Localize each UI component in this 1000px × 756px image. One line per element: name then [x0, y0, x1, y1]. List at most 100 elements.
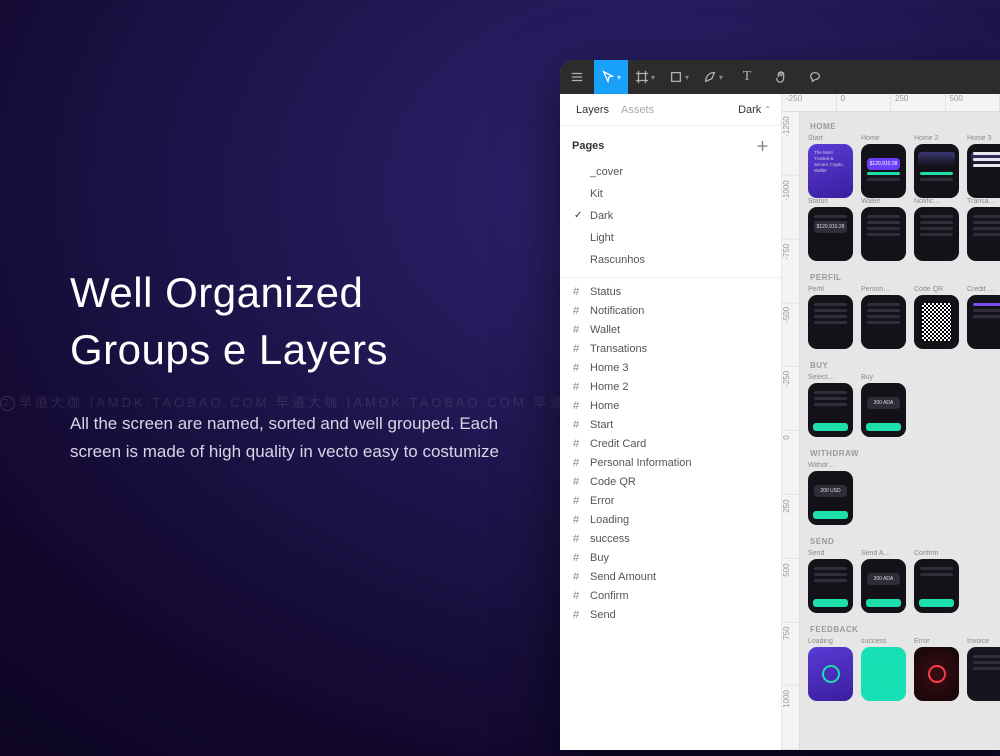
canvas[interactable]: -2500250500 -1250-1000-750-500-250025050…	[782, 94, 1000, 750]
canvas-frame[interactable]: Person…	[861, 286, 906, 349]
pages-header: Pages ＋	[560, 126, 781, 161]
page-item[interactable]: Kit	[560, 183, 781, 205]
frame-icon: #	[570, 590, 582, 602]
canvas-frame[interactable]: Perfil	[808, 286, 853, 349]
text-tool[interactable]: T	[730, 60, 764, 94]
watch-screen	[967, 144, 1000, 198]
layer-label: Home 2	[590, 381, 629, 393]
layer-item[interactable]: #Status	[560, 282, 781, 301]
frame-label: Home	[861, 135, 906, 142]
frame-icon: #	[570, 552, 582, 564]
frame-icon: #	[570, 381, 582, 393]
frames-area: HOMEStartThe Most Trusted & Secure Crypt…	[800, 112, 1000, 750]
pages-list: _coverKitDarkLightRascunhos	[560, 161, 781, 278]
layer-label: Send Amount	[590, 571, 656, 583]
page-item[interactable]: Light	[560, 227, 781, 249]
layer-item[interactable]: #success	[560, 529, 781, 548]
canvas-frame[interactable]: success	[861, 638, 906, 701]
canvas-frame[interactable]: Error	[914, 638, 959, 701]
layer-item[interactable]: #Personal Information	[560, 453, 781, 472]
watch-screen	[967, 647, 1000, 701]
comment-tool[interactable]	[798, 60, 832, 94]
add-page-button[interactable]: ＋	[756, 136, 769, 155]
frame-label: Buy	[861, 374, 906, 381]
canvas-frame[interactable]: Send	[808, 550, 853, 613]
shape-tool[interactable]: ▾	[662, 60, 696, 94]
frame-icon: #	[570, 609, 582, 621]
frame-label: success	[861, 638, 906, 645]
watch-screen	[967, 207, 1000, 261]
canvas-frame[interactable]: Home$120,910.28	[861, 135, 906, 198]
canvas-frame[interactable]: Home 3	[967, 135, 1000, 198]
layer-item[interactable]: # Home 2	[560, 377, 781, 396]
watch-screen	[914, 207, 959, 261]
canvas-frame[interactable]: Code QR	[914, 286, 959, 349]
canvas-frame[interactable]: Loading	[808, 638, 853, 701]
layer-label: Start	[590, 419, 613, 431]
layer-label: Error	[590, 495, 614, 507]
layer-item[interactable]: #Home 3	[560, 358, 781, 377]
watch-screen	[861, 647, 906, 701]
frame-label: Notific…	[914, 198, 959, 205]
layer-item[interactable]: #Start	[560, 415, 781, 434]
page-item[interactable]: Dark	[560, 205, 781, 227]
watch-screen	[861, 295, 906, 349]
figma-toolbar: ▾ ▾ ▾ ▾ T	[560, 60, 1000, 94]
frame-label: Status	[808, 198, 853, 205]
frame-label: Error	[914, 638, 959, 645]
frame-tool[interactable]: ▾	[628, 60, 662, 94]
layer-item[interactable]: #Notification	[560, 301, 781, 320]
frame-label: Perfil	[808, 286, 853, 293]
watch-screen	[914, 295, 959, 349]
layer-item[interactable]: #Code QR	[560, 472, 781, 491]
frame-label: Confirm	[914, 550, 959, 557]
layer-label: Loading	[590, 514, 629, 526]
watch-screen: $120,910.28	[808, 207, 853, 261]
canvas-section-label: PERFIL	[810, 273, 992, 282]
canvas-frame[interactable]: Invoice	[967, 638, 1000, 701]
frame-label: Send A…	[861, 550, 906, 557]
layer-item[interactable]: #Send Amount	[560, 567, 781, 586]
pages-header-label: Pages	[572, 140, 604, 152]
canvas-frame[interactable]: Home 2	[914, 135, 959, 198]
canvas-frame[interactable]: Credit …	[967, 286, 1000, 349]
canvas-frame[interactable]: Status $120,910.28	[808, 198, 853, 261]
layer-label: Confirm	[590, 590, 629, 602]
layer-item[interactable]: #Buy	[560, 548, 781, 567]
canvas-frame[interactable]: Wallet	[861, 198, 906, 261]
layer-label: Send	[590, 609, 616, 621]
layer-item[interactable]: # Send	[560, 605, 781, 624]
canvas-frame[interactable]: Transa…	[967, 198, 1000, 261]
canvas-frame[interactable]: Confirm	[914, 550, 959, 613]
watch-screen: 200 ADA	[861, 559, 906, 613]
layer-item[interactable]: #Loading	[560, 510, 781, 529]
canvas-frame[interactable]: StartThe Most Trusted & Secure Crypto Wa…	[808, 135, 853, 198]
hand-tool[interactable]	[764, 60, 798, 94]
frame-label: Transa…	[967, 198, 1000, 205]
pen-tool[interactable]: ▾	[696, 60, 730, 94]
layer-item[interactable]: # Confirm	[560, 586, 781, 605]
layer-item[interactable]: #Home	[560, 396, 781, 415]
panel-tabs: Layers Assets Dark⌃	[560, 94, 781, 126]
hero-body: All the screen are named, sorted and wel…	[70, 410, 500, 466]
page-item[interactable]: Rascunhos	[560, 249, 781, 271]
tab-layers[interactable]: Layers	[570, 104, 615, 116]
tab-assets[interactable]: Assets	[615, 104, 660, 116]
layer-item[interactable]: #Wallet	[560, 320, 781, 339]
layer-item[interactable]: #Credit Card	[560, 434, 781, 453]
main-menu-button[interactable]	[560, 60, 594, 94]
hero: Well Organized Groups e Layers All the s…	[70, 265, 500, 466]
frame-icon: #	[570, 533, 582, 545]
canvas-frame[interactable]: Select…	[808, 374, 853, 437]
canvas-frame[interactable]: Withdr…200 USD	[808, 462, 853, 525]
watch-screen	[808, 647, 853, 701]
layer-item[interactable]: #Error	[560, 491, 781, 510]
canvas-frame[interactable]: Notific…	[914, 198, 959, 261]
canvas-frame[interactable]: Send A… 200 ADA	[861, 550, 906, 613]
page-item[interactable]: _cover	[560, 161, 781, 183]
move-tool[interactable]: ▾	[594, 60, 628, 94]
canvas-frame[interactable]: Buy200 ADA	[861, 374, 906, 437]
layer-item[interactable]: #Transations	[560, 339, 781, 358]
page-dropdown[interactable]: Dark⌃	[738, 104, 771, 116]
frame-label: Select…	[808, 374, 853, 381]
